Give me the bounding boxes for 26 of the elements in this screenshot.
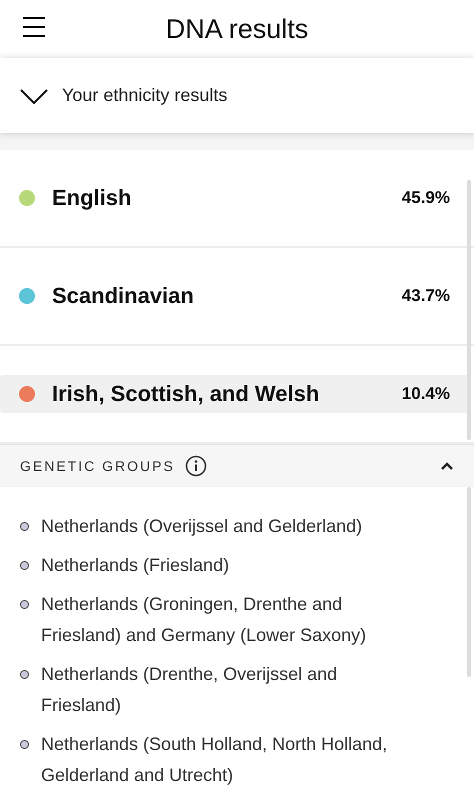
- menu-icon[interactable]: [22, 16, 46, 38]
- genetic-group: Netherlands (Overijssel and Gelderland): [41, 511, 362, 542]
- chevron-icon: [20, 88, 48, 104]
- region-percent: 43.7%: [402, 286, 450, 306]
- bullet-icon: [20, 600, 29, 609]
- genetic-group: Netherlands (South Holland, North Holland, Gelderland and Utrecht): [41, 729, 401, 791]
- bullet-icon: [20, 561, 29, 570]
- collapse-button[interactable]: [440, 461, 454, 471]
- region-percent: 10.4%: [402, 384, 450, 404]
- region-row[interactable]: English 45.9%: [0, 179, 470, 217]
- bullet-icon: [20, 522, 29, 531]
- bullet-icon: [20, 740, 29, 749]
- section-title: GENETIC GROUPS: [20, 458, 175, 474]
- region-name: Scandinavian: [52, 283, 195, 309]
- genetic-group: Netherlands (Groningen, Drenthe and Friesland) and Germany (Lower Saxony): [41, 589, 401, 651]
- region-row[interactable]: Irish, Scottish, and Welsh 10.4%: [0, 375, 470, 413]
- ethnicity-toggle[interactable]: Your ethnicity results: [20, 85, 228, 106]
- region-name: Irish, Scottish, and Welsh: [52, 381, 320, 407]
- genetic-group: Netherlands (Drenthe, Overijssel and Friesland): [41, 659, 401, 721]
- genetic-group: Netherlands (Friesland): [41, 550, 230, 581]
- region-row[interactable]: Scandinavian 43.7%: [0, 277, 470, 315]
- bullet-icon: [20, 670, 29, 679]
- page-title: DNA results: [166, 14, 308, 44]
- info-icon[interactable]: [184, 455, 207, 477]
- region-name: English: [52, 185, 132, 211]
- region-percent: 45.9%: [402, 188, 450, 208]
